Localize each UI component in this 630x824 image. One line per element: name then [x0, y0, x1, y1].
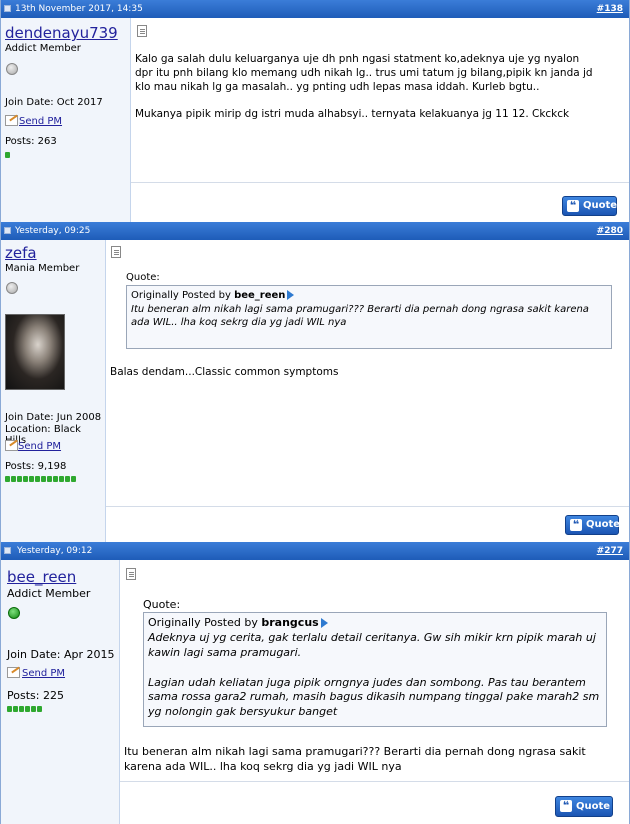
- username-link[interactable]: zefa: [5, 244, 37, 262]
- post-body: Quote: Originally Posted by brangcus Ade…: [120, 560, 629, 824]
- online-status-icon: [8, 607, 20, 619]
- quote-box: Originally Posted by bee_reen Itu benera…: [126, 285, 612, 349]
- username-link[interactable]: dendenayu739: [5, 24, 118, 42]
- post-header: 13th November 2017, 14:35 #138: [1, 0, 629, 18]
- username-link[interactable]: bee_reen: [7, 568, 76, 586]
- send-pm-icon: [5, 440, 18, 451]
- quote-label: Quote:: [126, 272, 160, 283]
- post-count: Posts: 263: [5, 136, 57, 147]
- offline-status-icon: [6, 63, 18, 75]
- quote-icon: ❝: [560, 800, 572, 812]
- reputation-bar: [7, 703, 43, 712]
- send-pm-link[interactable]: Send PM: [22, 668, 65, 679]
- quote-icon: ❝: [570, 519, 582, 531]
- join-date: Join Date: Oct 2017: [5, 97, 103, 108]
- quote-box: Originally Posted by brangcus Adeknya uj…: [143, 612, 607, 727]
- post-header: Yesterday, 09:25 #280: [1, 222, 629, 240]
- post-message: Kalo ga salah dulu keluarganya uje dh pn…: [135, 53, 593, 94]
- post-date: Yesterday, 09:25: [15, 226, 91, 236]
- user-title: Addict Member: [7, 587, 91, 600]
- view-post-arrow-icon[interactable]: [320, 618, 328, 628]
- send-pm-link[interactable]: Send PM: [18, 441, 61, 452]
- quote-button[interactable]: ❝ Quote: [555, 796, 613, 817]
- post-count: Posts: 225: [7, 689, 64, 702]
- send-pm-icon: [7, 667, 20, 678]
- quote-text: Adeknya uj yg cerita, gak terlalu detail…: [148, 630, 596, 659]
- view-post-arrow-icon[interactable]: [287, 290, 295, 300]
- quote-button[interactable]: ❝ Quote: [562, 196, 617, 216]
- quote-text-2: Lagian udah keliatan juga pipik orngnya …: [148, 675, 600, 719]
- quote-button[interactable]: ❝ Quote: [565, 515, 620, 535]
- post-message: Itu beneran alm nikah lagi sama pramugar…: [124, 745, 586, 773]
- message-icon: [111, 246, 121, 258]
- post-header: Yesterday, 09:12 #277: [1, 542, 629, 560]
- message-icon: [126, 568, 136, 580]
- send-pm-icon: [5, 115, 18, 126]
- join-date: Join Date: Apr 2015: [7, 648, 115, 661]
- post-date: 13th November 2017, 14:35: [15, 4, 143, 14]
- post-icon: [4, 227, 11, 234]
- post-icon: [4, 5, 11, 12]
- quote-icon: ❝: [567, 200, 579, 212]
- avatar: [5, 314, 65, 390]
- post-number-link[interactable]: #277: [597, 542, 623, 560]
- post-message-2: Mukanya pipik mirip dg istri muda alhabs…: [135, 108, 570, 120]
- post-138: 13th November 2017, 14:35 #138 dendenayu…: [0, 0, 630, 222]
- message-icon: [137, 25, 147, 37]
- post-icon: [4, 547, 11, 554]
- post-number-link[interactable]: #138: [597, 0, 623, 18]
- user-sidebar: dendenayu739 Addict Member Join Date: Oc…: [1, 18, 131, 222]
- user-title: Addict Member: [5, 43, 81, 54]
- post-277: Yesterday, 09:12 #277 bee_reen Addict Me…: [0, 542, 630, 824]
- user-title: Mania Member: [5, 263, 80, 274]
- join-date: Join Date: Jun 2008: [5, 412, 102, 423]
- quote-prefix: Originally Posted by: [148, 616, 258, 629]
- quote-author: brangcus: [261, 616, 319, 629]
- send-pm-link[interactable]: Send PM: [19, 116, 62, 127]
- quote-author: bee_reen: [234, 290, 286, 301]
- reputation-bar: [5, 149, 11, 158]
- post-number-link[interactable]: #280: [597, 222, 623, 240]
- offline-status-icon: [6, 282, 18, 294]
- user-sidebar: zefa Mania Member Join Date: Jun 2008 Lo…: [1, 240, 106, 542]
- quote-label: Quote:: [143, 598, 181, 611]
- post-body: Quote: Originally Posted by bee_reen Itu…: [106, 240, 629, 542]
- post-count: Posts: 9,198: [5, 461, 67, 472]
- quote-text: Itu beneran alm nikah lagi sama pramugar…: [131, 303, 589, 329]
- post-date: Yesterday, 09:12: [17, 546, 93, 556]
- reputation-bar: [5, 473, 77, 482]
- post-message: Balas dendam...Classic common symptoms: [110, 366, 339, 378]
- quote-prefix: Originally Posted by: [131, 290, 231, 301]
- user-sidebar: bee_reen Addict Member Join Date: Apr 20…: [1, 560, 120, 824]
- post-body: Kalo ga salah dulu keluarganya uje dh pn…: [131, 18, 629, 222]
- post-280: Yesterday, 09:25 #280 zefa Mania Member …: [0, 222, 630, 542]
